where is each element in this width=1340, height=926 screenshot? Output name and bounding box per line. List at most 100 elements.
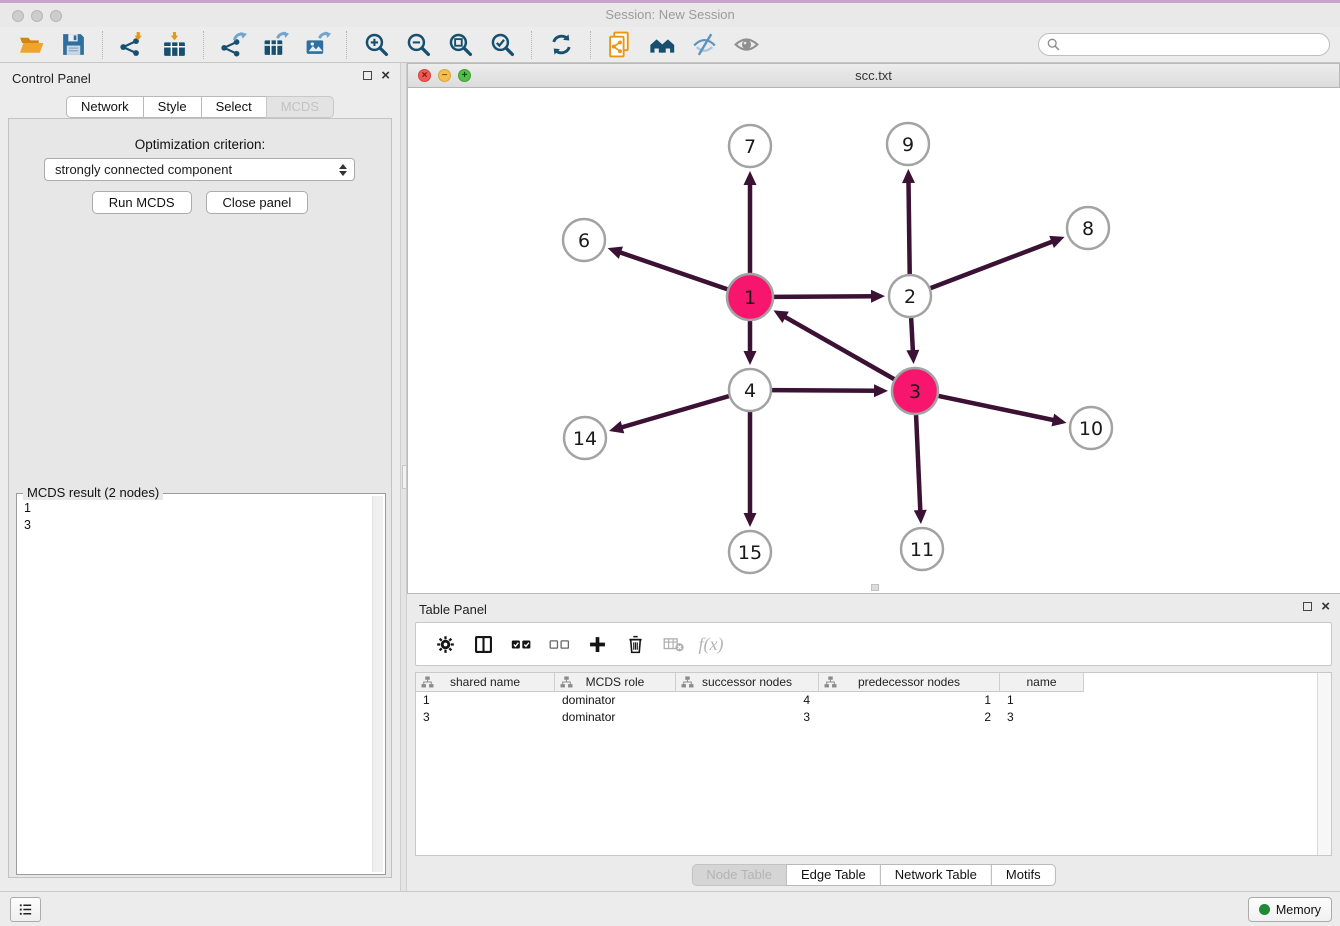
search-field[interactable]: [1038, 33, 1330, 56]
canvas-splitter-handle[interactable]: [871, 584, 879, 591]
main-titlebar: Session: New Session: [0, 3, 1340, 28]
network-window-title: scc.txt: [408, 68, 1339, 83]
graph-node-10[interactable]: 10: [1070, 407, 1112, 449]
import-table-icon[interactable]: [159, 30, 189, 60]
graph-node-14[interactable]: 14: [564, 417, 606, 459]
cell-predecessor-nodes[interactable]: 1: [819, 692, 1000, 709]
table-panel-close-icon[interactable]: ×: [1321, 601, 1330, 612]
column-header-shared-name[interactable]: shared name: [416, 673, 555, 692]
tab-motifs[interactable]: Motifs: [991, 864, 1056, 886]
optimization-criterion-label: Optimization criterion:: [0, 137, 400, 152]
svg-text:6: 6: [578, 230, 590, 252]
graph-node-8[interactable]: 8: [1067, 207, 1109, 249]
network-window-titlebar[interactable]: × − + scc.txt: [408, 64, 1339, 88]
graph-node-2[interactable]: 2: [889, 275, 931, 317]
search-input[interactable]: [1066, 37, 1329, 53]
graph-node-6[interactable]: 6: [563, 219, 605, 261]
graph-node-3[interactable]: 3: [892, 368, 938, 414]
graph-edge-2-8[interactable]: [931, 236, 1065, 288]
graph-node-4[interactable]: 4: [729, 369, 771, 411]
graph-edge-3-11[interactable]: [914, 415, 927, 524]
cell-shared-name[interactable]: 1: [416, 692, 555, 709]
export-table-icon[interactable]: [260, 30, 290, 60]
save-session-icon[interactable]: [58, 30, 88, 60]
cell-predecessor-nodes[interactable]: 2: [819, 709, 1000, 726]
select-all-icon[interactable]: [508, 631, 534, 657]
vertical-splitter[interactable]: [400, 63, 407, 891]
cell-name[interactable]: 3: [1000, 709, 1084, 726]
control-panel-close-icon[interactable]: ×: [381, 70, 390, 81]
close-panel-button[interactable]: Close panel: [206, 191, 309, 214]
graph-node-1[interactable]: 1: [727, 274, 773, 320]
cell-successor-nodes[interactable]: 4: [676, 692, 819, 709]
zoom-selected-icon[interactable]: [487, 30, 517, 60]
graph-node-15[interactable]: 15: [729, 531, 771, 573]
graph-edge-4-3[interactable]: [772, 384, 888, 397]
graph-edge-1-7[interactable]: [744, 171, 757, 273]
cell-shared-name[interactable]: 3: [416, 709, 555, 726]
graph-edge-1-4[interactable]: [744, 321, 757, 365]
memory-button[interactable]: Memory: [1248, 897, 1332, 922]
graph-edge-1-6[interactable]: [608, 247, 728, 290]
function-builder-icon: f(x): [698, 631, 724, 657]
refresh-layout-icon[interactable]: [546, 30, 576, 60]
cell-successor-nodes[interactable]: 3: [676, 709, 819, 726]
tab-mcds[interactable]: MCDS: [266, 96, 334, 118]
graph-node-11[interactable]: 11: [901, 528, 943, 570]
hide-panel-icon[interactable]: [689, 30, 719, 60]
tab-network[interactable]: Network: [66, 96, 144, 118]
graph-edge-4-14[interactable]: [609, 396, 729, 433]
graph-node-7[interactable]: 7: [729, 125, 771, 167]
control-panel-float-icon[interactable]: [363, 71, 372, 80]
graph-edge-2-3[interactable]: [906, 318, 919, 364]
graph-edge-1-2[interactable]: [774, 290, 885, 303]
add-column-icon[interactable]: [584, 631, 610, 657]
svg-text:11: 11: [910, 539, 934, 561]
show-panel-icon[interactable]: [731, 30, 761, 60]
column-header-predecessor-nodes[interactable]: predecessor nodes: [819, 673, 1000, 692]
zoom-fit-icon[interactable]: [445, 30, 475, 60]
tab-edge-table[interactable]: Edge Table: [786, 864, 881, 886]
run-mcds-button[interactable]: Run MCDS: [92, 191, 192, 214]
table-row-2[interactable]: 3dominator323: [416, 709, 1331, 726]
cell-mcds-role[interactable]: dominator: [555, 709, 676, 726]
column-header-mcds-role[interactable]: MCDS role: [555, 673, 676, 692]
column-header-successor-nodes[interactable]: successor nodes: [676, 673, 819, 692]
cell-name[interactable]: 1: [1000, 692, 1084, 709]
import-network-icon[interactable]: [117, 30, 147, 60]
graph-edge-2-9[interactable]: [902, 169, 915, 274]
graph-edge-3-1[interactable]: [773, 310, 894, 379]
export-image-icon[interactable]: [302, 30, 332, 60]
cell-mcds-role[interactable]: dominator: [555, 692, 676, 709]
graph-node-9[interactable]: 9: [887, 123, 929, 165]
mcds-result-text[interactable]: 1 3: [19, 500, 371, 872]
export-network-icon[interactable]: [218, 30, 248, 60]
svg-text:9: 9: [902, 134, 914, 156]
unselect-all-icon[interactable]: [546, 631, 572, 657]
tab-network-table[interactable]: Network Table: [880, 864, 992, 886]
control-panel-tabs: NetworkStyleSelectMCDS: [0, 96, 400, 118]
tab-node-table[interactable]: Node Table: [691, 864, 787, 886]
node-table-scrollbar[interactable]: [1317, 673, 1331, 855]
clone-network-icon[interactable]: [605, 30, 635, 60]
graph-edge-4-15[interactable]: [744, 412, 757, 527]
task-history-button[interactable]: [10, 897, 41, 922]
column-header-name[interactable]: name: [1000, 673, 1084, 692]
table-panel-float-icon[interactable]: [1303, 602, 1312, 611]
optimization-criterion-select[interactable]: strongly connected component: [44, 158, 355, 181]
table-row-1[interactable]: 1dominator411: [416, 692, 1331, 709]
graph-edge-3-10[interactable]: [938, 396, 1066, 426]
table-settings-icon[interactable]: [432, 631, 458, 657]
zoom-in-icon[interactable]: [361, 30, 391, 60]
show-columns-icon[interactable]: [470, 631, 496, 657]
sitemap-icon: [421, 676, 434, 688]
home-icon[interactable]: [647, 30, 677, 60]
table-toolbar: f(x): [415, 622, 1332, 666]
zoom-out-icon[interactable]: [403, 30, 433, 60]
mcds-result-scrollbar[interactable]: [372, 496, 383, 872]
tab-select[interactable]: Select: [201, 96, 267, 118]
open-session-icon[interactable]: [16, 30, 46, 60]
network-canvas[interactable]: 1 2 3 4 6 7 8 9 10 11 14 15: [408, 88, 1340, 593]
delete-columns-icon[interactable]: [622, 631, 648, 657]
tab-style[interactable]: Style: [143, 96, 202, 118]
